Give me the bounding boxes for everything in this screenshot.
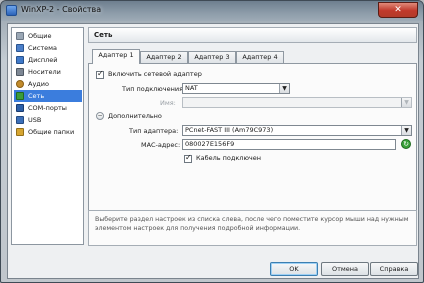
sidebar-item-system[interactable]: Система <box>14 42 82 54</box>
audio-icon <box>16 80 24 88</box>
storage-icon <box>16 68 24 76</box>
cancel-button[interactable]: Отмена <box>321 262 369 276</box>
attachment-type-select[interactable]: NAT ▼ <box>182 83 290 94</box>
tab-adapter-2[interactable]: Адаптер 2 <box>140 51 188 63</box>
page-title: Сеть <box>88 27 417 43</box>
sidebar-item-display[interactable]: Дисплей <box>14 54 82 66</box>
tab-adapter-1[interactable]: Адаптер 1 <box>92 49 140 64</box>
cable-connected-checkbox[interactable] <box>184 153 192 163</box>
enable-adapter-label[interactable]: Включить сетевой адаптер <box>108 70 202 78</box>
mac-address-label: MAC-адрес: <box>141 141 181 149</box>
sidebar-item-label: COM-порты <box>28 104 67 112</box>
sidebar-item-label: Аудио <box>28 80 49 88</box>
sidebar-item-label: Сеть <box>28 92 45 100</box>
tab-adapter-4[interactable]: Адаптер 4 <box>236 51 284 63</box>
adapter-settings-panel: Включить сетевой адаптер Тип подключения… <box>88 63 417 226</box>
advanced-label[interactable]: Дополнительно <box>108 112 162 120</box>
sidebar-item-network[interactable]: Сеть <box>14 90 82 102</box>
ok-button[interactable]: OK <box>270 262 318 276</box>
virtualbox-icon <box>6 5 17 16</box>
dialog-body: Общие Система Дисплей Носители Аудио Сет… <box>7 23 419 279</box>
adapter-type-select[interactable]: PCnet-FAST III (Am79C973) ▼ <box>182 125 412 136</box>
serial-port-icon <box>16 104 24 112</box>
help-description: Выберите раздел настроек из списка слева… <box>88 210 417 246</box>
close-button[interactable]: ✕ <box>378 2 418 18</box>
sidebar-item-label: Общие <box>28 32 52 40</box>
display-icon <box>16 56 24 64</box>
general-icon <box>16 32 24 40</box>
sidebar-item-usb[interactable]: USB <box>14 114 82 126</box>
sidebar-item-label: Носители <box>28 68 61 76</box>
window-title: WinXP-2 - Свойства <box>21 5 102 14</box>
advanced-expander-icon[interactable]: − <box>96 112 104 120</box>
enable-adapter-checkbox[interactable] <box>96 69 104 79</box>
network-icon <box>16 92 24 100</box>
adapter-type-value: PCnet-FAST III (Am79C973) <box>185 126 274 134</box>
sidebar-item-shared-folders[interactable]: Общие папки <box>14 126 82 138</box>
chevron-down-icon: ▼ <box>279 84 289 93</box>
attachment-type-label: Тип подключения: <box>122 85 186 93</box>
cable-connected-label[interactable]: Кабель подключен <box>196 154 261 162</box>
sidebar-item-label: Дисплей <box>28 56 58 64</box>
tab-adapter-3[interactable]: Адаптер 3 <box>188 51 236 63</box>
properties-window: WinXP-2 - Свойства ✕ Общие Система Диспл… <box>0 0 424 283</box>
name-label: Имя: <box>160 99 176 107</box>
regenerate-mac-icon[interactable]: ↻ <box>401 139 411 149</box>
sidebar-item-label: Система <box>28 44 58 52</box>
mac-address-input[interactable]: 080027E156F9 <box>182 139 396 150</box>
adapter-type-label: Тип адаптера: <box>129 127 179 135</box>
usb-icon <box>16 116 24 124</box>
title-bar[interactable]: WinXP-2 - Свойства ✕ <box>1 1 423 21</box>
sidebar-item-label: USB <box>28 116 42 124</box>
chevron-down-icon: ▼ <box>401 98 411 107</box>
sidebar-item-storage[interactable]: Носители <box>14 66 82 78</box>
system-icon <box>16 44 24 52</box>
shared-folders-icon <box>16 128 24 136</box>
name-select[interactable]: ▼ <box>182 97 412 108</box>
sidebar-item-label: Общие папки <box>28 128 75 136</box>
settings-category-list: Общие Система Дисплей Носители Аудио Сет… <box>11 27 84 245</box>
sidebar-item-audio[interactable]: Аудио <box>14 78 82 90</box>
attachment-type-value: NAT <box>185 84 198 92</box>
sidebar-item-general[interactable]: Общие <box>14 30 82 42</box>
help-button[interactable]: Справка <box>370 262 418 276</box>
sidebar-item-serial-ports[interactable]: COM-порты <box>14 102 82 114</box>
chevron-down-icon: ▼ <box>401 126 411 135</box>
